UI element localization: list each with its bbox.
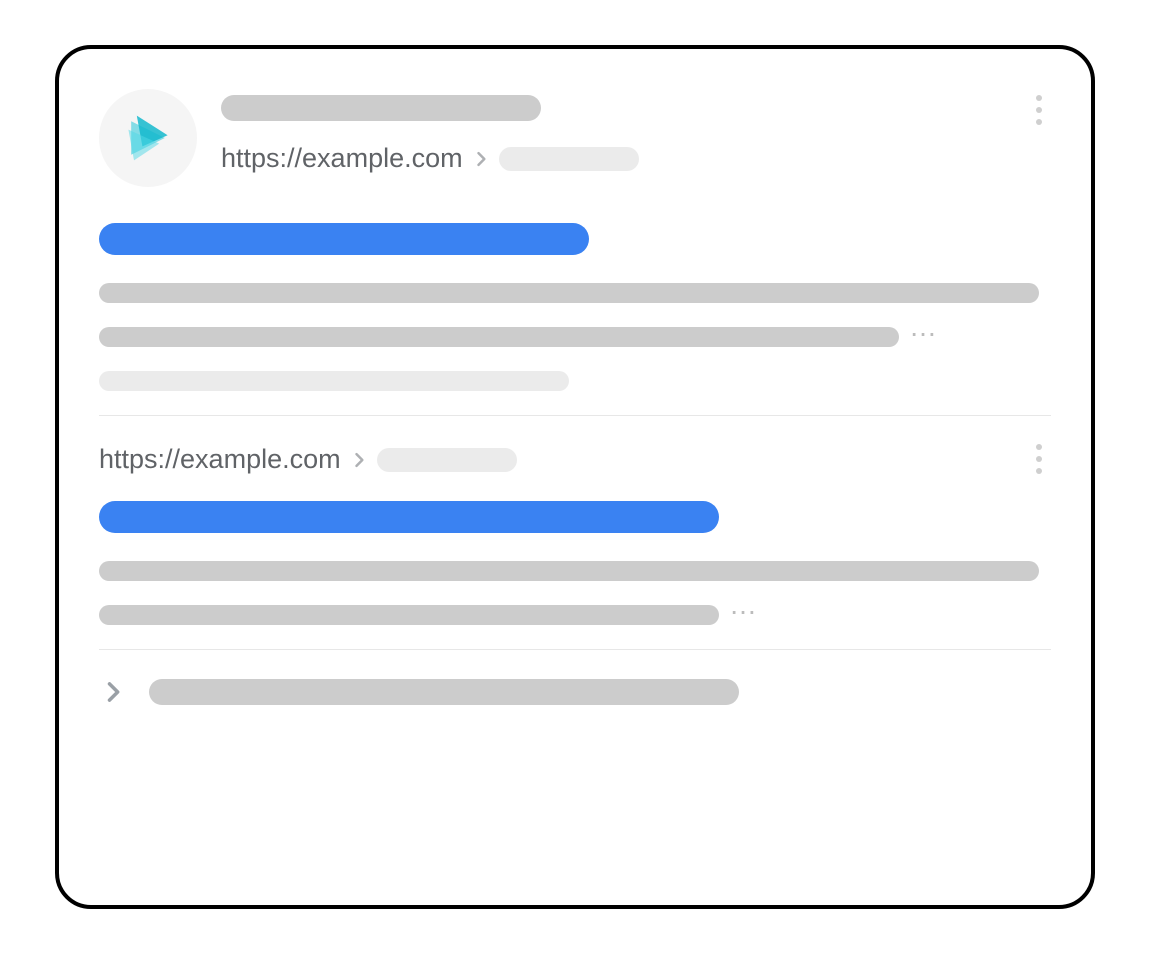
result-url-line[interactable]: https://example.com [99, 444, 1051, 475]
breadcrumb-placeholder [377, 448, 517, 472]
more-options-button[interactable] [1027, 444, 1051, 474]
result-snippet: … [99, 283, 1051, 391]
ellipsis-icon: … [729, 600, 757, 610]
result-title-placeholder[interactable] [99, 223, 589, 255]
more-options-button[interactable] [1027, 95, 1051, 125]
result-title-placeholder[interactable] [99, 501, 719, 533]
play-star-icon [120, 110, 176, 166]
snippet-line [99, 283, 1039, 303]
snippet-line [99, 371, 569, 391]
search-results-card: https://example.com … https://example.co… [55, 45, 1095, 909]
sitelink-expander[interactable] [99, 678, 1051, 706]
result-header-text: https://example.com [221, 89, 1051, 174]
sitelink-placeholder [149, 679, 739, 705]
result-separator [99, 415, 1051, 416]
chevron-right-icon [99, 678, 127, 706]
result-url[interactable]: https://example.com [221, 143, 463, 174]
result-url-line[interactable]: https://example.com [221, 143, 1051, 174]
chevron-right-icon [471, 149, 491, 169]
snippet-line [99, 605, 719, 625]
snippet-line [99, 561, 1039, 581]
site-favicon [99, 89, 197, 187]
result-url[interactable]: https://example.com [99, 444, 341, 475]
search-result-header: https://example.com [99, 89, 1051, 187]
result-snippet: … [99, 561, 1051, 625]
ellipsis-icon: … [909, 322, 937, 332]
site-name-placeholder [221, 95, 541, 121]
snippet-line [99, 327, 899, 347]
breadcrumb-placeholder [499, 147, 639, 171]
result-separator [99, 649, 1051, 650]
chevron-right-icon [349, 450, 369, 470]
